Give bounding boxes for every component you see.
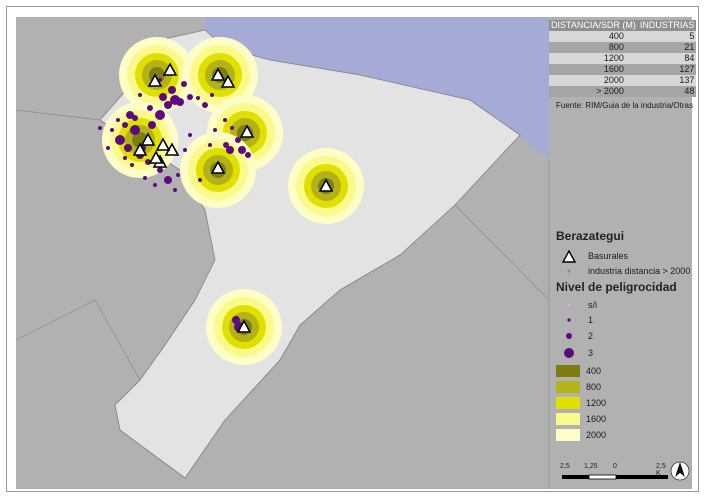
table-row: 1200 84	[549, 53, 697, 64]
industry-point	[198, 178, 202, 182]
scale-label-b: 1,25	[584, 463, 598, 470]
industry-point	[122, 122, 128, 128]
legend-nivel-2: 2	[556, 329, 593, 343]
industry-point	[187, 94, 193, 100]
legend-nivel-title: Nivel de peligrocidad	[556, 280, 677, 294]
industry-point	[196, 96, 200, 100]
industry-point	[238, 146, 246, 154]
buffer-swatch	[556, 397, 580, 409]
industry-point	[173, 188, 177, 192]
industry-point	[115, 135, 125, 145]
industry-point	[213, 128, 217, 132]
legend-basurales: Basurales	[556, 249, 628, 263]
legend-buffer-400: 400	[556, 364, 601, 378]
industry-point	[181, 81, 187, 87]
legend-title: Berazategui	[556, 229, 625, 243]
industry-point	[148, 121, 156, 129]
industry-point	[98, 126, 102, 130]
industry-point	[235, 137, 241, 143]
nivel-2-icon	[556, 329, 582, 343]
industry-point	[164, 176, 172, 184]
industry-point	[124, 144, 132, 152]
industry-point	[159, 93, 167, 101]
legend-nivel-3: 3	[556, 346, 593, 360]
industry-point	[147, 105, 153, 111]
industry-point	[138, 93, 142, 97]
table-header-row: DISTANCIA/SDR (M) INDUSTRIAS	[549, 20, 697, 31]
table-row: 400 5	[549, 31, 697, 42]
legend-buffer-800: 800	[556, 380, 601, 394]
industry-point	[176, 173, 180, 177]
legend-nivel-si: s/i	[556, 298, 597, 312]
industry-point	[223, 118, 227, 122]
nivel-si-icon	[556, 298, 582, 312]
buffer-swatch	[556, 413, 580, 425]
scale-label-d: 2,5 K	[656, 463, 666, 477]
legend-nivel-1: 1	[556, 313, 593, 327]
industry-point	[168, 86, 176, 94]
legend-buffer-1200: 1200	[556, 396, 606, 410]
nivel-3-icon	[556, 346, 582, 360]
table-header-industrias: INDUSTRIAS	[637, 20, 697, 31]
buffer-swatch	[556, 381, 580, 393]
table-row: > 2000 48	[549, 86, 697, 97]
scale-bar: 2,5 1,25 0 2,5 K	[560, 463, 670, 489]
buffer-swatch	[556, 365, 580, 377]
buffer-label: 1200	[586, 398, 607, 408]
nivel-1-icon	[556, 313, 582, 327]
industry-point	[223, 142, 229, 148]
industry-point	[110, 128, 114, 132]
distance-table: DISTANCIA/SDR (M) INDUSTRIAS 400 5 800 21 …	[549, 20, 697, 97]
industry-point	[210, 93, 214, 97]
table-row: 2000 137	[549, 75, 697, 86]
buffer-label: 1600	[586, 414, 607, 424]
industry-point	[245, 152, 251, 158]
industry-point	[183, 148, 187, 152]
source-note: Fuente: RIM/Guia de la industria/Otras	[556, 101, 693, 110]
table-header-distancia: DISTANCIA/SDR (M)	[549, 20, 638, 31]
industry-point	[208, 143, 212, 147]
industry-point	[106, 146, 110, 150]
industry-point	[130, 125, 140, 135]
industry-point	[116, 118, 120, 122]
industry-point	[230, 126, 234, 130]
industry-point	[132, 115, 138, 121]
scale-label-c: 0	[613, 463, 617, 470]
small-dot-icon	[556, 264, 582, 278]
legend-industria-lejana: industria distancia > 2000	[556, 264, 690, 278]
industry-point	[130, 163, 134, 167]
table-row: 800 21	[549, 42, 697, 53]
industry-point	[188, 133, 192, 137]
industry-point	[157, 167, 163, 173]
industry-point	[123, 156, 127, 160]
industry-point	[176, 98, 184, 106]
scale-label-a: 2,5	[560, 463, 570, 470]
basural-triangle-icon	[556, 249, 582, 263]
industry-point	[202, 102, 208, 108]
buffer-label: 800	[586, 382, 602, 392]
buffer-swatch	[556, 429, 580, 441]
buffer-label: 400	[586, 366, 602, 376]
north-arrow-icon	[670, 461, 690, 481]
industry-point	[153, 183, 157, 187]
buffer-label: 2000	[586, 430, 607, 440]
industry-point	[155, 110, 165, 120]
table-row: 1600 127	[549, 64, 697, 75]
scale-bar-graphic	[562, 474, 668, 480]
legend-buffer-2000: 2000	[556, 428, 606, 442]
legend-buffer-1600: 1600	[556, 412, 606, 426]
industry-point	[143, 176, 147, 180]
